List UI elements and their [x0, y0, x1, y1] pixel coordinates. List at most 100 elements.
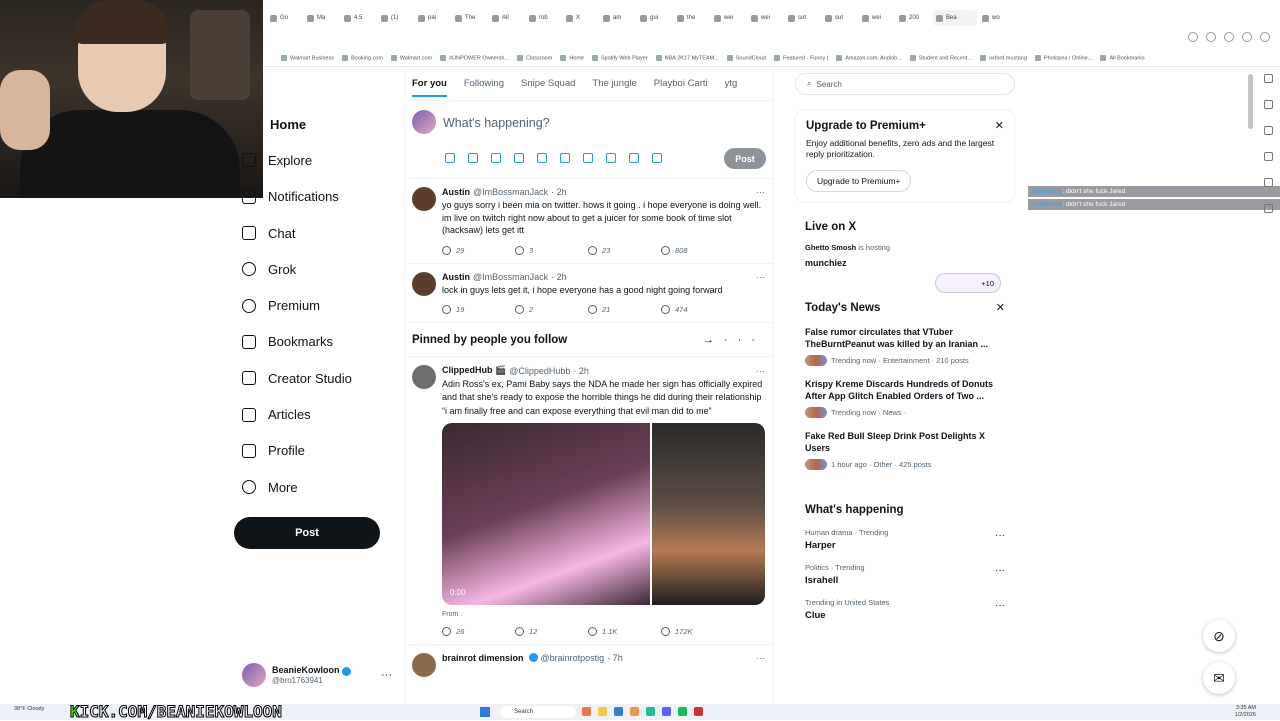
more-icon[interactable]: ···	[756, 187, 765, 197]
browser-tab[interactable]: rob	[526, 10, 561, 26]
settings-icon[interactable]	[1264, 204, 1273, 213]
gif-icon[interactable]	[468, 153, 478, 163]
image-thumbnail[interactable]	[652, 422, 765, 605]
tools-icon[interactable]	[1264, 126, 1273, 135]
close-icon[interactable]: ✕	[995, 119, 1004, 132]
browser-tab[interactable]: pal	[415, 10, 450, 26]
browser-tab[interactable]: The	[452, 10, 487, 26]
repost-button[interactable]: 12	[515, 626, 588, 636]
app-icon[interactable]	[630, 707, 639, 716]
browser-tab[interactable]: 4.5	[341, 10, 376, 26]
folder-icon[interactable]	[598, 707, 607, 716]
browser-tab[interactable]: 200	[896, 10, 931, 26]
browser-tab[interactable]: Ma	[304, 10, 339, 26]
tweet-author[interactable]: brainrot dimension	[442, 653, 524, 663]
italic-icon[interactable]	[652, 153, 662, 163]
post-button[interactable]: Post	[234, 517, 380, 549]
composer-input[interactable]: What's happening?	[443, 116, 550, 130]
bookmark-item[interactable]: Photopea | Online...	[1035, 55, 1093, 61]
scrollbar[interactable]	[1248, 74, 1253, 129]
copilot-icon[interactable]	[1264, 100, 1273, 109]
tweet[interactable]: ClippedHub 🎬 @ClippedHubb · 2h ··· Adin …	[405, 357, 773, 645]
address-bar[interactable]	[263, 30, 1280, 48]
trend-item[interactable]: Politics · Trending Israhell ···	[805, 563, 1005, 586]
upgrade-button[interactable]: Upgrade to Premium+	[806, 170, 912, 192]
sidebar-item-explore[interactable]: Explore	[234, 142, 394, 178]
repost-button[interactable]: 2	[515, 305, 588, 314]
tweet[interactable]: Austin @ImBossmanJack · 2h ··· lock in guys …	[405, 264, 773, 323]
tweet-author[interactable]: ClippedHub 🎬	[442, 365, 506, 376]
app-icon[interactable]	[694, 707, 703, 716]
games-icon[interactable]	[1264, 152, 1273, 161]
app-icon[interactable]	[614, 707, 623, 716]
search-input[interactable]: ⌕ Search	[795, 73, 1015, 95]
browser-tab[interactable]: All	[489, 10, 524, 26]
more-icon[interactable]: ···	[756, 272, 765, 282]
browser-tab[interactable]: gui	[637, 10, 672, 26]
menu-icon[interactable]	[1260, 32, 1270, 42]
bookmark-item[interactable]: Home	[560, 55, 584, 61]
like-button[interactable]: 21	[588, 305, 661, 314]
bookmark-item[interactable]: Spotify Web Player	[592, 55, 648, 61]
bookmark-item[interactable]: Amazon.com: Audiob...	[836, 55, 902, 61]
edge-icon[interactable]	[646, 707, 655, 716]
more-icon[interactable]: ···	[995, 530, 1005, 541]
news-item[interactable]: False rumor circulates that VTuber TheBu…	[805, 326, 1005, 366]
bookmark-item[interactable]: NBA 2K17 MyTEAM...	[656, 55, 719, 61]
bookmark-item[interactable]: SoundCloud	[727, 55, 766, 61]
bookmark-item[interactable]: All Bookmarks	[1100, 55, 1144, 61]
browser-tab[interactable]: wei	[859, 10, 894, 26]
browser-tab[interactable]: am	[600, 10, 635, 26]
repost-button[interactable]: 3	[515, 245, 588, 255]
tweet-media[interactable]: 0:00	[442, 422, 765, 605]
more-icon[interactable]: ···	[995, 565, 1005, 576]
extension-icon[interactable]	[1224, 32, 1234, 42]
browser-tab[interactable]: (1)	[378, 10, 413, 26]
sidebar-item-more[interactable]: More	[234, 469, 394, 505]
browser-tab[interactable]: Bea	[933, 10, 977, 26]
tab-for-you[interactable]: For you	[412, 78, 447, 97]
tab-playboi-carti[interactable]: Playboi Carti	[654, 78, 708, 89]
live-space-name[interactable]: munchiez	[805, 258, 1005, 268]
bookmark-item[interactable]: Walmart Business	[281, 55, 334, 61]
tab-snipe-squad[interactable]: Snipe Squad	[521, 78, 575, 89]
tweet[interactable]: brainrot dimension @brainrotpostig · 7h …	[405, 645, 773, 677]
tab-following[interactable]: Following	[464, 78, 504, 89]
search-icon[interactable]	[1264, 74, 1273, 83]
bookmark-item[interactable]: Featured - Funny |	[774, 55, 828, 61]
like-button[interactable]: 23	[588, 245, 661, 255]
views-button[interactable]: 808	[661, 245, 734, 255]
reply-button[interactable]: 29	[442, 245, 515, 255]
bold-icon[interactable]	[629, 153, 639, 163]
more-icon[interactable]: ···	[756, 653, 765, 663]
tab-ytg[interactable]: ytg	[725, 78, 738, 89]
close-icon[interactable]: ✕	[996, 301, 1005, 314]
browser-tab[interactable]: sut	[785, 10, 820, 26]
more-icon[interactable]: ···	[995, 600, 1005, 611]
bookmark-item[interactable]: Classroom	[517, 55, 552, 61]
sidebar-item-creator-studio[interactable]: Creator Studio	[234, 360, 394, 396]
bookmark-item[interactable]: Student and Recent...	[910, 55, 972, 61]
taskbar-search[interactable]: Search	[500, 706, 576, 718]
sidebar-item-grok[interactable]: Grok	[234, 251, 394, 287]
browser-tab[interactable]: Go	[267, 10, 302, 26]
bookmark-item[interactable]: #UNPOWER Ownersh...	[440, 55, 509, 61]
trend-item[interactable]: Human drama · Trending Harper ···	[805, 528, 1005, 551]
messages-fab-button[interactable]: ✉	[1203, 662, 1235, 694]
views-button[interactable]: 474	[661, 305, 734, 314]
tab-the-jungle[interactable]: The jungle	[592, 78, 636, 89]
star-icon[interactable]	[1206, 32, 1216, 42]
more-icon[interactable]: ···	[381, 669, 392, 681]
bookmark-item[interactable]: Booking.com	[342, 55, 383, 61]
tweet-author[interactable]: Austin	[442, 272, 470, 282]
news-item[interactable]: Fake Red Bull Sleep Drink Post Delights …	[805, 430, 1005, 470]
sidebar-item-notifications[interactable]: Notifications	[234, 179, 394, 215]
bookmark-item[interactable]: Walmart.com	[391, 55, 432, 61]
outlook-icon[interactable]	[1264, 178, 1273, 187]
grok-icon[interactable]	[491, 153, 501, 163]
video-thumbnail[interactable]: 0:00	[442, 422, 650, 605]
more-icon[interactable]: ···	[756, 366, 765, 376]
sidebar-item-home[interactable]: Home	[234, 106, 394, 142]
tweet[interactable]: Austin @ImBossmanJack · 2h ··· yo guys sorry…	[405, 179, 773, 264]
spotify-icon[interactable]	[678, 707, 687, 716]
